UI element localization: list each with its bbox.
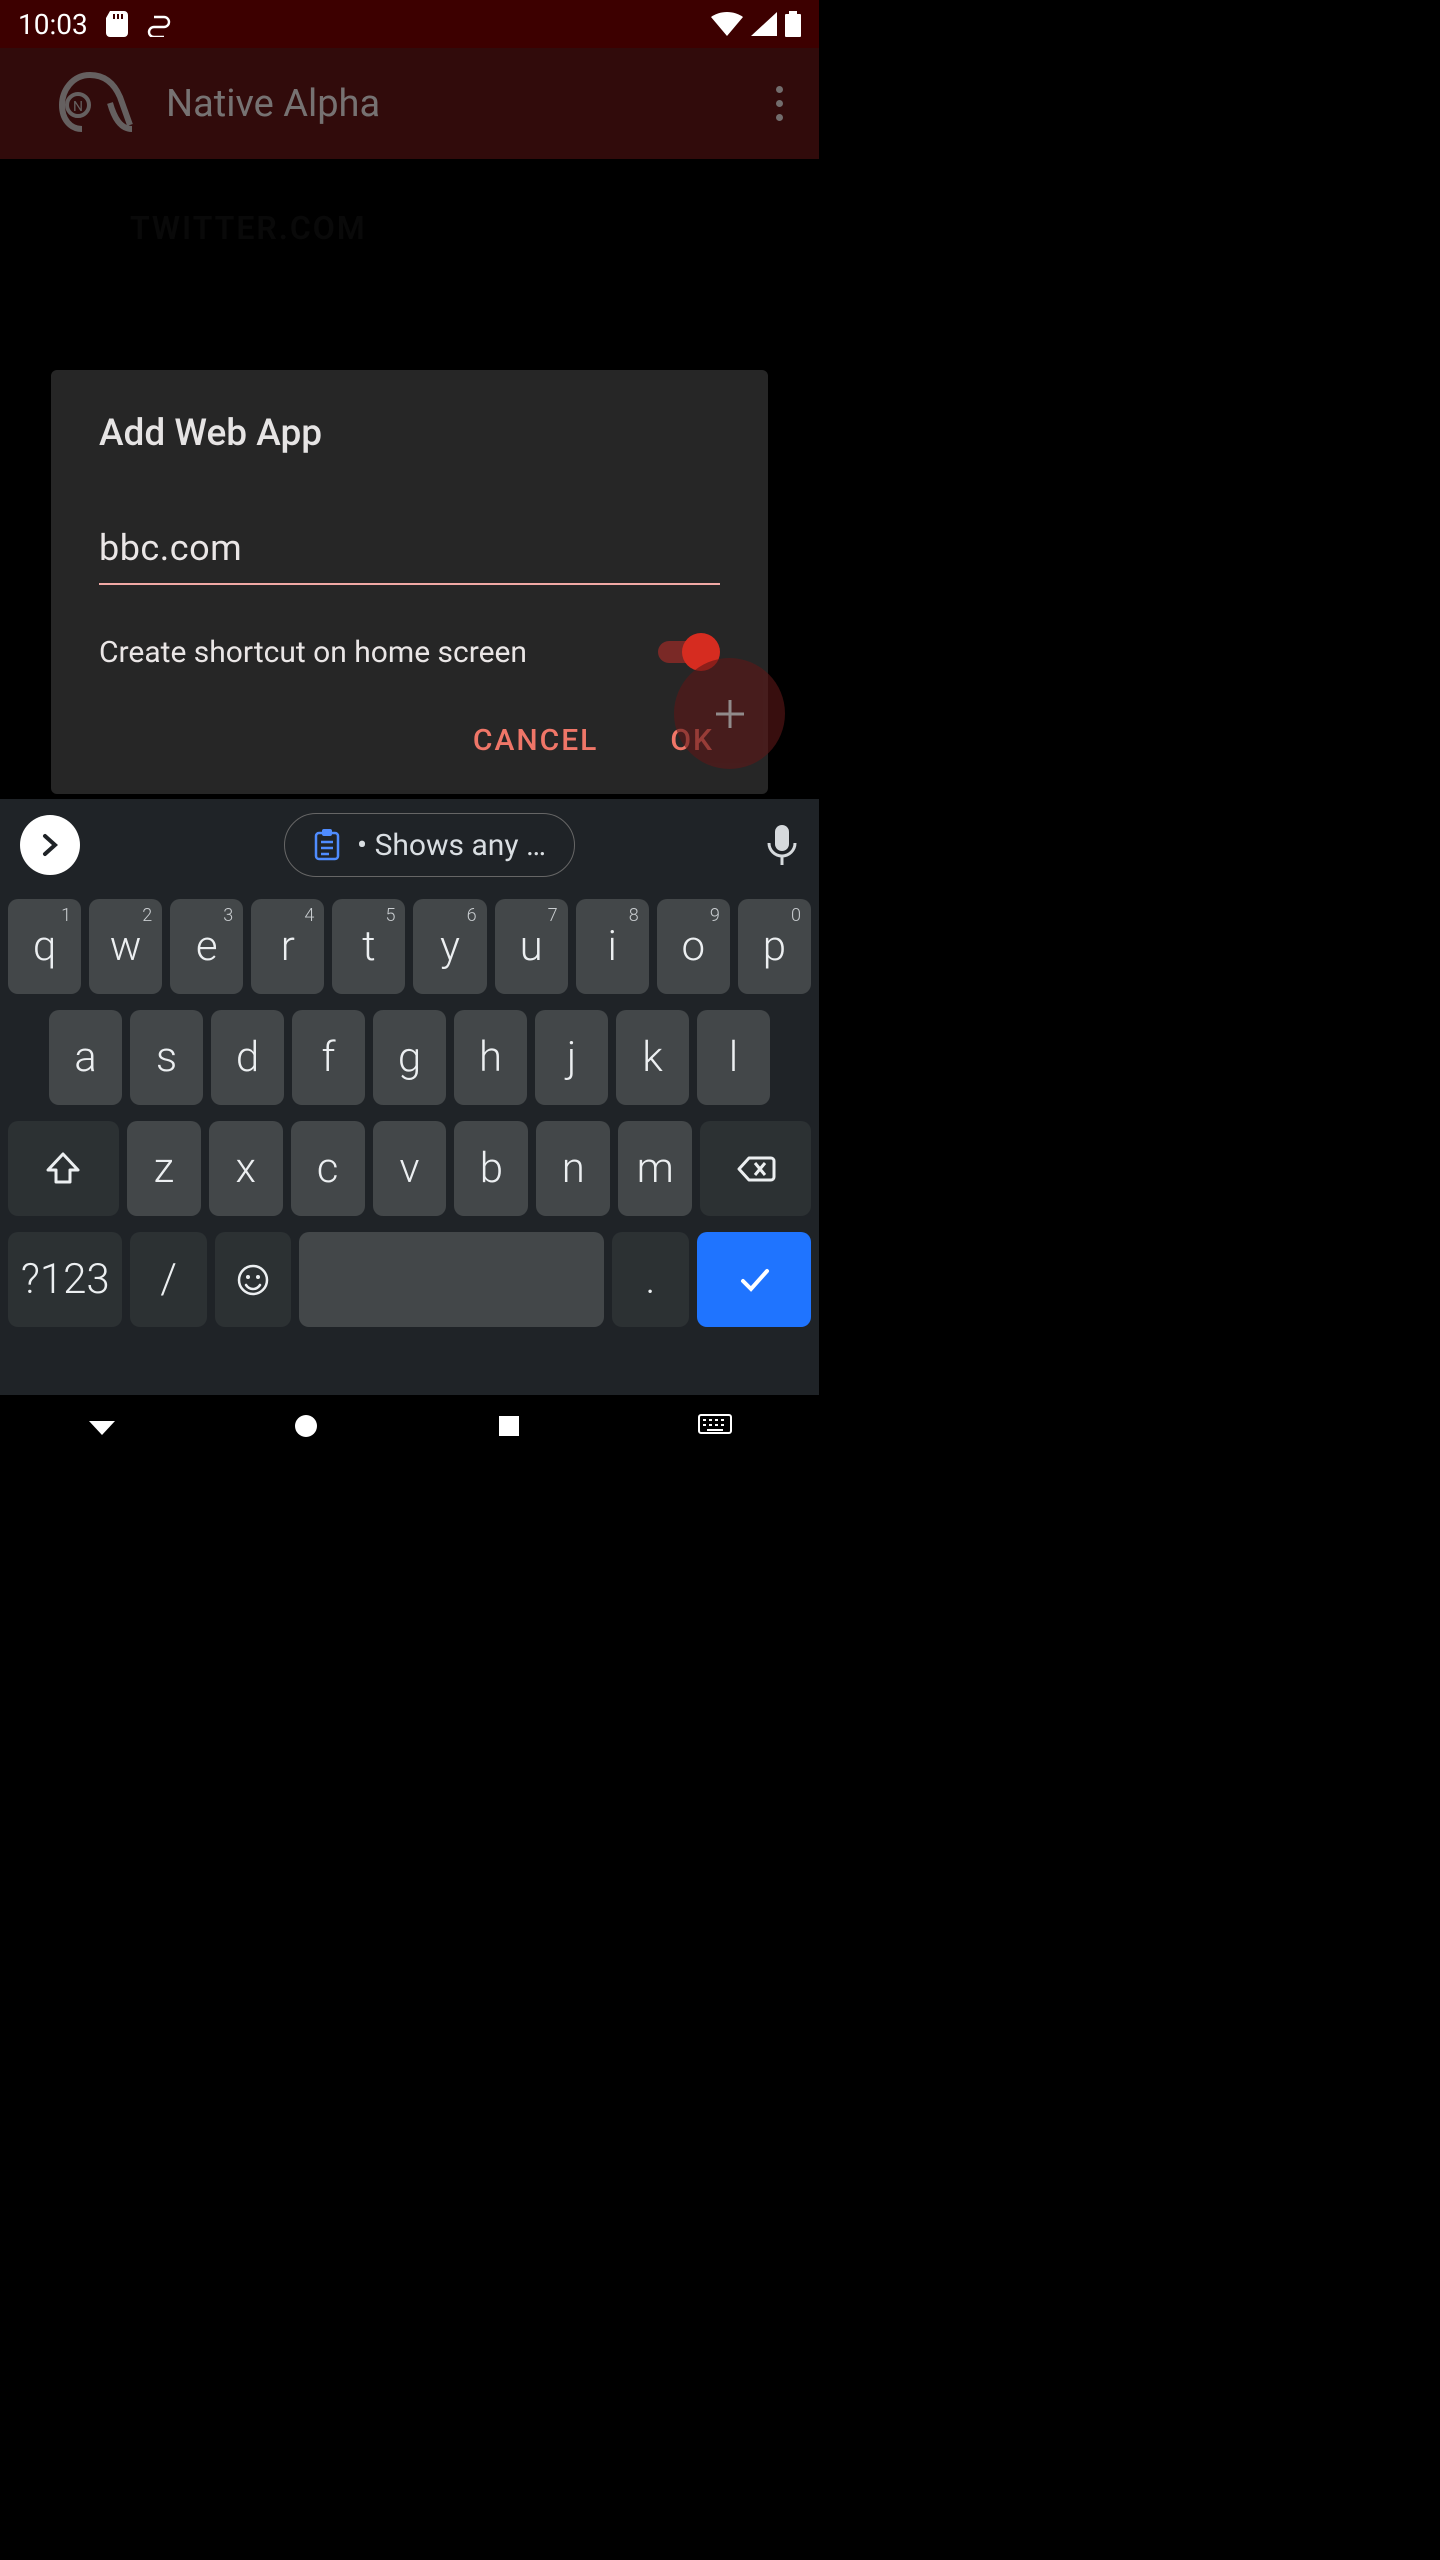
app-title: Native Alpha xyxy=(166,82,733,126)
app-status-icon xyxy=(146,11,172,37)
plus-icon xyxy=(710,694,750,734)
key-f[interactable]: f xyxy=(292,1010,365,1105)
mic-icon[interactable] xyxy=(765,823,799,867)
status-bar: 10:03 xyxy=(0,0,819,48)
key-c[interactable]: c xyxy=(291,1121,365,1216)
battery-icon xyxy=(785,11,801,37)
key-p[interactable]: p0 xyxy=(738,899,811,994)
symbols-key[interactable]: ?123 xyxy=(8,1232,122,1327)
key-r[interactable]: r4 xyxy=(251,899,324,994)
key-i[interactable]: i8 xyxy=(576,899,649,994)
key-m[interactable]: m xyxy=(618,1121,692,1216)
key-o[interactable]: o9 xyxy=(657,899,730,994)
key-h[interactable]: h xyxy=(454,1010,527,1105)
clipboard-suggestion[interactable]: • Shows any … xyxy=(284,813,575,877)
key-b[interactable]: b xyxy=(454,1121,528,1216)
suggestion-row: • Shows any … xyxy=(0,799,819,891)
clipboard-icon xyxy=(313,829,341,861)
key-z[interactable]: z xyxy=(127,1121,201,1216)
wifi-icon xyxy=(711,12,743,36)
soft-keyboard: • Shows any … q1w2e3r4t5y6u7i8o9p0 asdfg… xyxy=(0,799,819,1456)
app-logo-icon: N xyxy=(56,63,140,145)
key-y[interactable]: y6 xyxy=(413,899,486,994)
keyboard-switch-icon[interactable] xyxy=(698,1414,732,1438)
app-bar: N Native Alpha xyxy=(0,48,819,159)
key-s[interactable]: s xyxy=(130,1010,203,1105)
space-key[interactable] xyxy=(299,1232,604,1327)
backspace-icon xyxy=(735,1148,777,1190)
shift-key[interactable] xyxy=(8,1121,119,1216)
key-v[interactable]: v xyxy=(373,1121,447,1216)
key-x[interactable]: x xyxy=(209,1121,283,1216)
dialog-title: Add Web App xyxy=(99,412,720,455)
main-content: TWITTER.COM Add Web App Create shortcut … xyxy=(0,159,819,799)
emoji-key[interactable] xyxy=(215,1232,291,1327)
system-nav-bar xyxy=(0,1395,819,1456)
key-u[interactable]: u7 xyxy=(495,899,568,994)
key-k[interactable]: k xyxy=(616,1010,689,1105)
slash-key[interactable]: / xyxy=(130,1232,206,1327)
key-a[interactable]: a xyxy=(49,1010,122,1105)
chevron-right-icon xyxy=(37,832,63,858)
sd-card-icon xyxy=(106,11,128,37)
key-t[interactable]: t5 xyxy=(332,899,405,994)
svg-text:N: N xyxy=(73,99,83,115)
add-webapp-dialog: Add Web App Create shortcut on home scre… xyxy=(51,370,768,794)
key-d[interactable]: d xyxy=(211,1010,284,1105)
check-icon xyxy=(733,1259,775,1301)
cancel-button[interactable]: CANCEL xyxy=(473,723,599,758)
key-e[interactable]: e3 xyxy=(170,899,243,994)
suggestion-text: • Shows any … xyxy=(357,828,546,863)
url-input[interactable] xyxy=(99,521,720,585)
shortcut-label: Create shortcut on home screen xyxy=(99,635,527,670)
nav-back-icon[interactable] xyxy=(87,1411,117,1441)
period-key[interactable]: . xyxy=(612,1232,688,1327)
nav-home-icon[interactable] xyxy=(291,1411,321,1441)
shift-icon xyxy=(42,1148,84,1190)
key-l[interactable]: l xyxy=(697,1010,770,1105)
nav-recent-icon[interactable] xyxy=(494,1411,524,1441)
add-fab[interactable] xyxy=(674,658,785,769)
key-n[interactable]: n xyxy=(536,1121,610,1216)
key-g[interactable]: g xyxy=(373,1010,446,1105)
emoji-icon xyxy=(236,1263,270,1297)
key-w[interactable]: w2 xyxy=(89,899,162,994)
status-time: 10:03 xyxy=(18,8,88,41)
key-q[interactable]: q1 xyxy=(8,899,81,994)
backspace-key[interactable] xyxy=(700,1121,811,1216)
enter-key[interactable] xyxy=(697,1232,811,1327)
signal-icon xyxy=(751,12,777,36)
key-j[interactable]: j xyxy=(535,1010,608,1105)
more-options-button[interactable] xyxy=(759,86,799,121)
expand-suggestions-button[interactable] xyxy=(20,815,80,875)
